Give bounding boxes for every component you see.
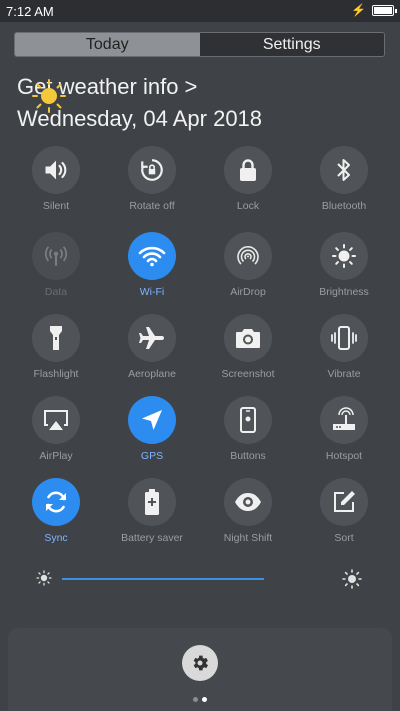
tile-lock[interactable]: Lock bbox=[200, 146, 296, 212]
brightness-slider[interactable] bbox=[0, 566, 400, 592]
view-tabs: Today Settings bbox=[14, 32, 385, 57]
tile-label: Buttons bbox=[230, 450, 266, 462]
tile-label: Screenshot bbox=[221, 368, 275, 380]
tile-screenshot[interactable]: Screenshot bbox=[200, 314, 296, 380]
tile-label: GPS bbox=[140, 450, 164, 462]
antenna-icon bbox=[32, 232, 80, 280]
gear-icon bbox=[193, 655, 208, 671]
tile-flashlight[interactable]: Flashlight bbox=[8, 314, 104, 380]
tile-sort[interactable]: Sort bbox=[296, 478, 392, 544]
brightness-track[interactable] bbox=[62, 578, 264, 580]
tile-sync[interactable]: Sync bbox=[8, 478, 104, 544]
tile-silent[interactable]: Silent bbox=[8, 146, 104, 212]
charging-icon: ⚡ bbox=[351, 3, 366, 17]
settings-button[interactable] bbox=[182, 645, 218, 681]
tile-label: Sort bbox=[334, 532, 354, 544]
tile-label: Wi-Fi bbox=[139, 286, 165, 298]
page-dot bbox=[193, 697, 198, 702]
tile-gps[interactable]: GPS bbox=[104, 396, 200, 462]
tile-label: Battery saver bbox=[121, 532, 183, 544]
tile-label: Vibrate bbox=[327, 368, 361, 380]
tile-label: Data bbox=[44, 286, 68, 298]
vibrate-icon bbox=[320, 314, 368, 362]
tile-wifi[interactable]: Wi-Fi bbox=[104, 232, 200, 298]
tile-label: AirDrop bbox=[230, 286, 266, 298]
tile-label: Sync bbox=[44, 532, 68, 544]
tile-label: Lock bbox=[236, 200, 260, 212]
tile-battery-saver[interactable]: Battery saver bbox=[104, 478, 200, 544]
bluetooth-icon bbox=[320, 146, 368, 194]
speaker-icon bbox=[32, 146, 80, 194]
page-indicator bbox=[190, 697, 210, 703]
tile-vibrate[interactable]: Vibrate bbox=[296, 314, 392, 380]
airplay-icon bbox=[32, 396, 80, 444]
tile-label: Hotspot bbox=[325, 450, 363, 462]
aeroplane-icon bbox=[128, 314, 176, 362]
tile-label: Flashlight bbox=[33, 368, 79, 380]
airdrop-icon bbox=[224, 232, 272, 280]
tile-aeroplane[interactable]: Aeroplane bbox=[104, 314, 200, 380]
brightness-low-icon bbox=[36, 570, 52, 586]
tile-label: Bluetooth bbox=[321, 200, 367, 212]
sync-icon bbox=[32, 478, 80, 526]
tile-label: Silent bbox=[42, 200, 70, 212]
tile-airplay[interactable]: AirPlay bbox=[8, 396, 104, 462]
phone-buttons-icon bbox=[224, 396, 272, 444]
brightness-high-icon bbox=[342, 569, 362, 589]
router-icon bbox=[320, 396, 368, 444]
tile-label: Aeroplane bbox=[128, 368, 176, 380]
tile-label: AirPlay bbox=[39, 450, 73, 462]
tile-rotate[interactable]: Rotate off bbox=[104, 146, 200, 212]
edit-icon bbox=[320, 478, 368, 526]
tile-airdrop[interactable]: AirDrop bbox=[200, 232, 296, 298]
brightness-icon bbox=[320, 232, 368, 280]
tile-label: Brightness bbox=[319, 286, 369, 298]
tile-buttons[interactable]: Buttons bbox=[200, 396, 296, 462]
battery-icon bbox=[372, 5, 397, 16]
tile-bluetooth[interactable]: Bluetooth bbox=[296, 146, 392, 212]
tab-settings[interactable]: Settings bbox=[199, 33, 384, 56]
tile-hotspot[interactable]: Hotspot bbox=[296, 396, 392, 462]
tile-brightness[interactable]: Brightness bbox=[296, 232, 392, 298]
date-text: Wednesday, 04 Apr 2018 bbox=[17, 106, 263, 131]
tab-today[interactable]: Today bbox=[15, 33, 200, 56]
page-dot bbox=[202, 697, 207, 702]
eye-icon bbox=[224, 478, 272, 526]
camera-icon bbox=[224, 314, 272, 362]
tile-night-shift[interactable]: Night Shift bbox=[200, 478, 296, 544]
rotate-lock-icon bbox=[128, 146, 176, 194]
status-time: 7:12 AM bbox=[6, 4, 54, 19]
battery-saver-icon bbox=[128, 478, 176, 526]
status-bar: 7:12 AM ⚡ bbox=[0, 0, 400, 22]
wifi-icon bbox=[128, 232, 176, 280]
lock-icon bbox=[224, 146, 272, 194]
navigation-icon bbox=[128, 396, 176, 444]
flashlight-icon bbox=[32, 314, 80, 362]
tile-label: Night Shift bbox=[223, 532, 273, 544]
tile-label: Rotate off bbox=[129, 200, 175, 212]
tile-data[interactable]: Data bbox=[8, 232, 104, 298]
